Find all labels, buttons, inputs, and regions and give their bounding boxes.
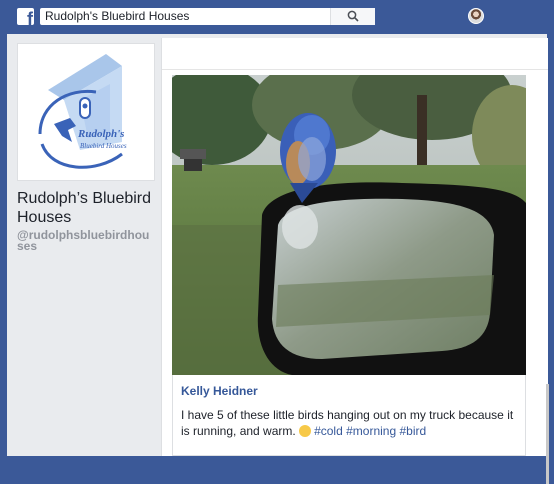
hashtag-cold-link[interactable]: #cold [314,424,343,438]
scrollbar[interactable] [546,384,549,484]
search-button[interactable] [330,8,375,25]
post-column: Kelly Heidner I have 5 of these little b… [161,38,548,456]
smile-emoji-icon [299,425,312,437]
search-bar[interactable]: Rudolph's Bluebird Houses [40,8,375,25]
logo-text-sub: Bluebird Houses [80,142,127,150]
main-area: Rudolph's Bluebird Houses Rudolph’s Blue… [7,34,549,484]
header-divider [162,69,548,70]
user-avatar[interactable] [468,8,484,24]
bluebird-house-logo-icon [38,54,123,169]
logo-text-main: Rudolph's [78,128,125,140]
page-profile-picture[interactable]: Rudolph's Bluebird Houses [17,43,155,181]
post-caption: I have 5 of these little birds hanging o… [181,407,521,439]
hashtag-bird-link[interactable]: #bird [399,424,426,438]
page-sidebar: Rudolph's Bluebird Houses Rudolph’s Blue… [17,43,161,252]
post-caption-box: Kelly Heidner I have 5 of these little b… [172,375,526,456]
search-icon [347,10,359,22]
facebook-logo-icon[interactable]: f [17,8,34,25]
page-name[interactable]: Rudolph’s Bluebird Houses [17,189,161,227]
page-handle: @rudolphsbluebirdhouses [17,228,150,253]
bluebird-on-mirror-photo [172,75,526,375]
post-author-link[interactable]: Kelly Heidner [181,384,258,398]
top-bar: f Rudolph's Bluebird Houses [0,0,554,34]
search-input[interactable]: Rudolph's Bluebird Houses [45,9,189,24]
facebook-logo-letter: f [27,9,33,25]
post-photo[interactable] [172,75,526,375]
hashtag-morning-link[interactable]: #morning [346,424,396,438]
